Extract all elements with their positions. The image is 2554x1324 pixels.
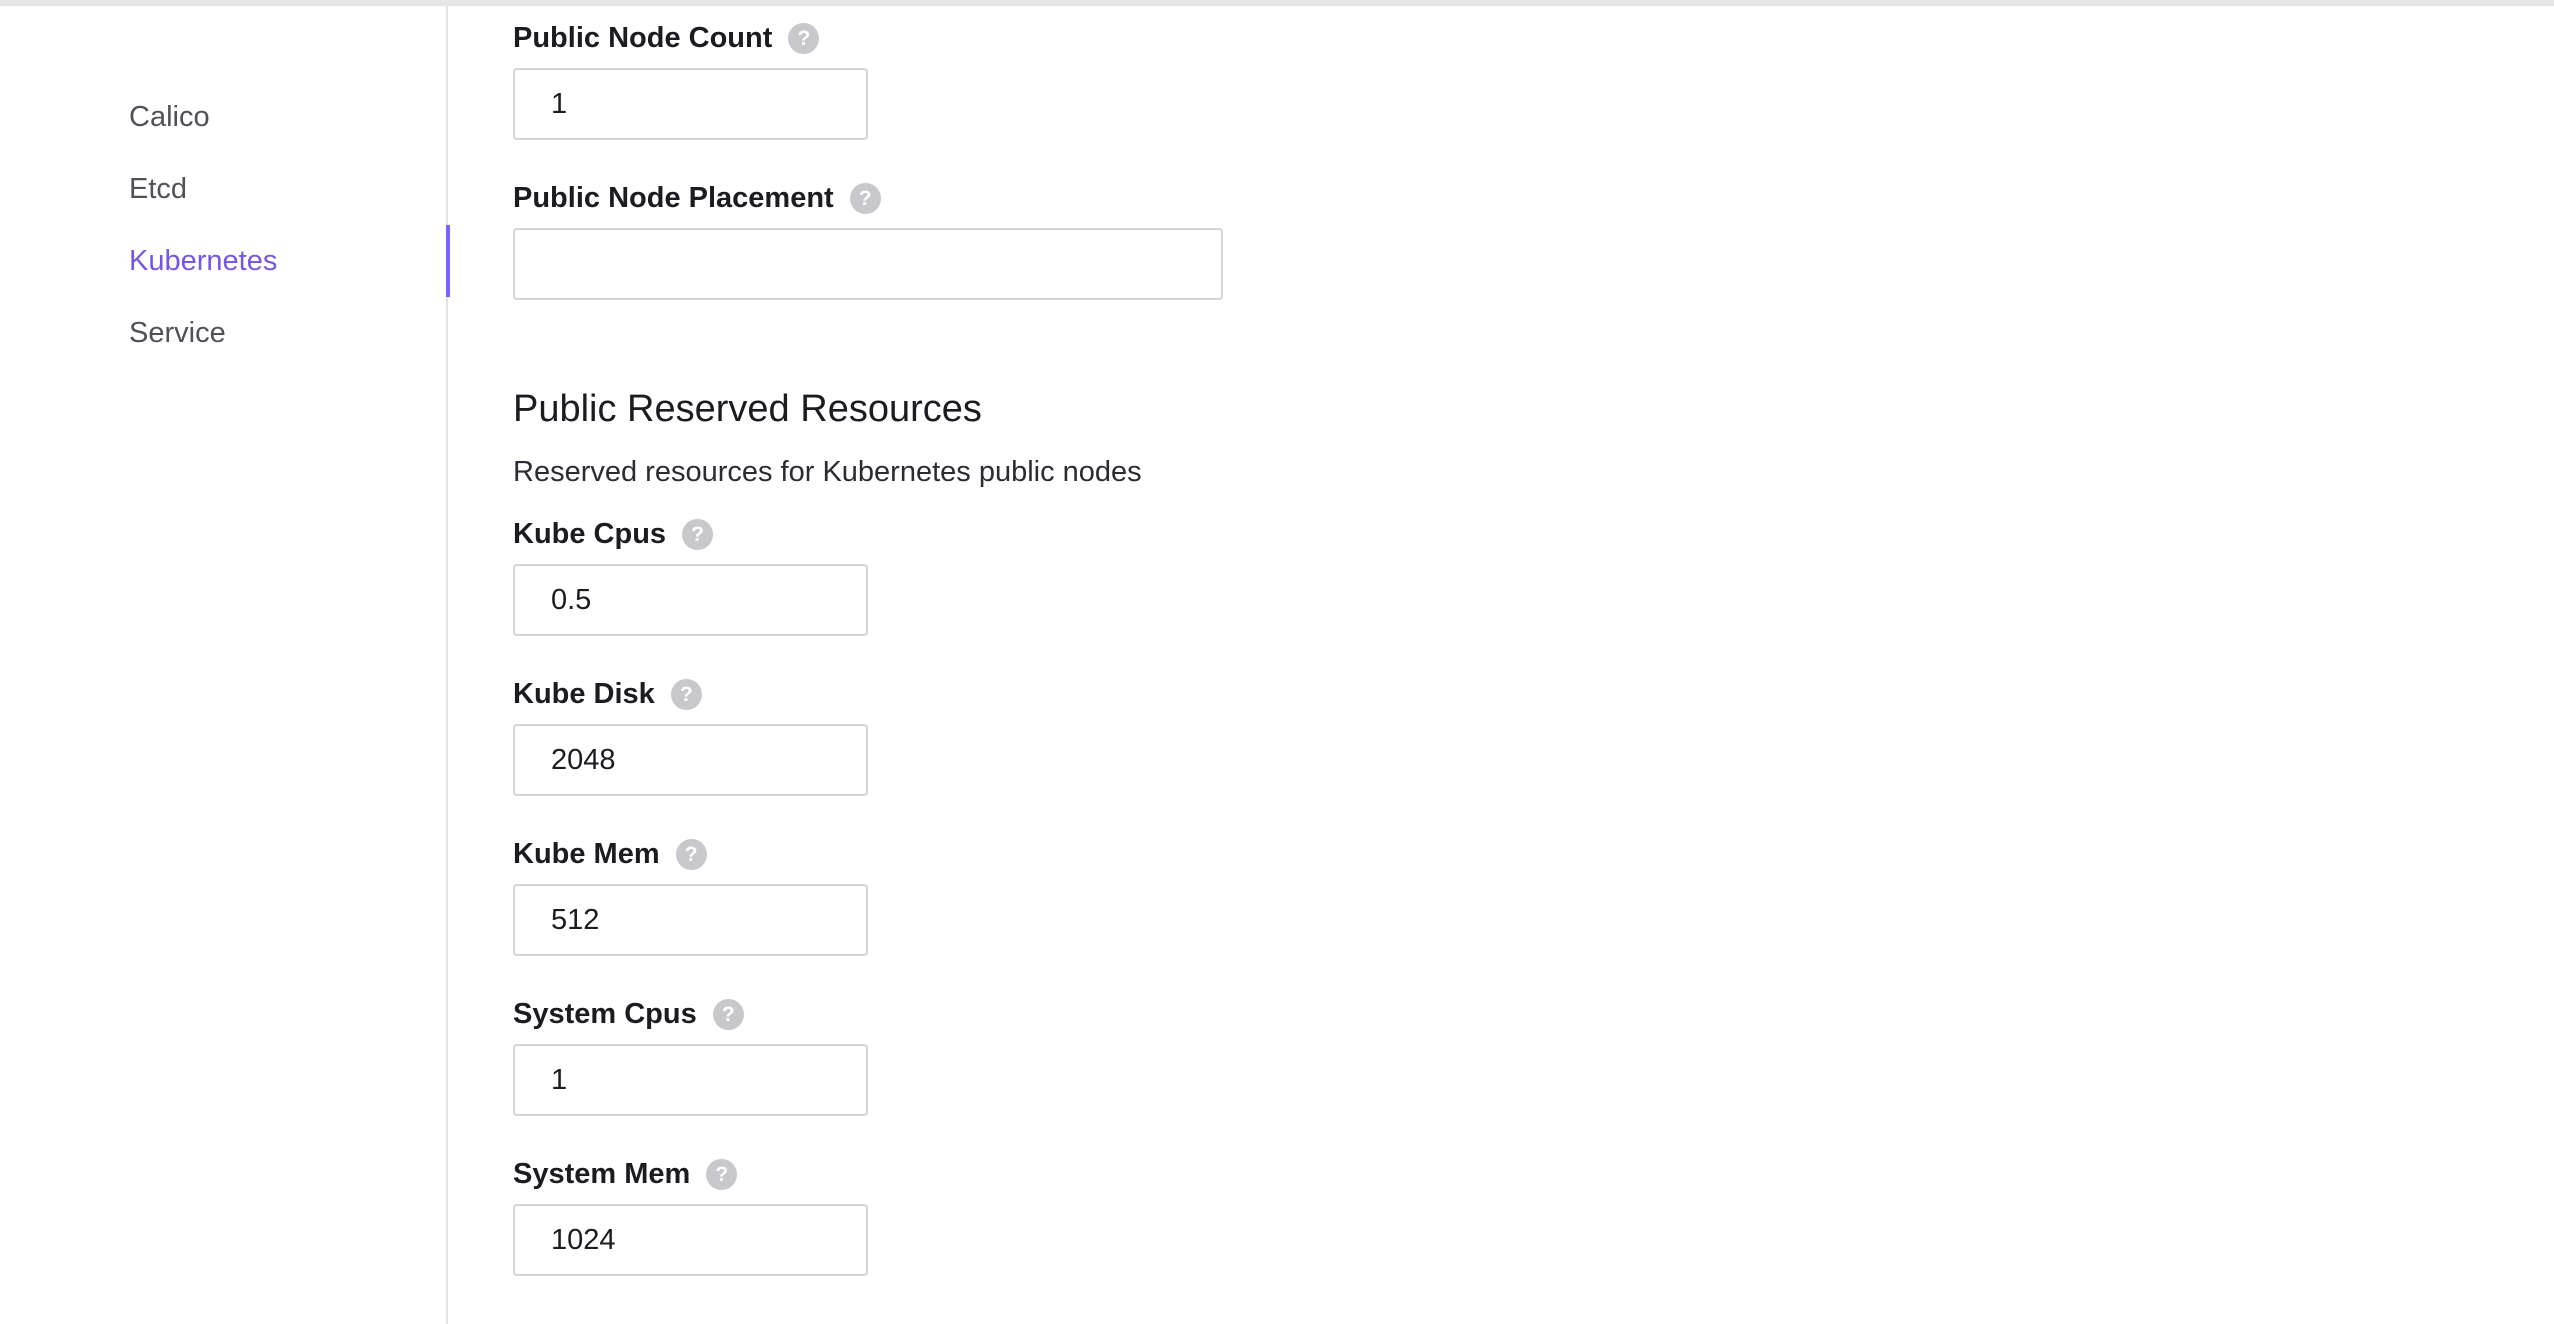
sidebar-item-service[interactable]: Service	[0, 297, 448, 369]
sidebar-item-label: Kubernetes	[129, 244, 278, 277]
help-icon[interactable]: ?	[849, 183, 881, 214]
kube-mem-input[interactable]	[513, 884, 868, 956]
public-node-placement-input[interactable]	[513, 228, 1223, 300]
help-icon[interactable]: ?	[788, 23, 820, 54]
kube-disk-label: Kube Disk ?	[513, 678, 702, 711]
sidebar-item-calico[interactable]: Calico	[0, 81, 448, 153]
help-icon[interactable]: ?	[706, 1159, 738, 1190]
public-node-count-label: Public Node Count ?	[513, 22, 820, 55]
public-node-placement-label: Public Node Placement ?	[513, 182, 881, 215]
sidebar-item-kubernetes[interactable]: Kubernetes	[0, 225, 450, 297]
system-mem-input[interactable]	[513, 1204, 868, 1276]
kube-disk-input[interactable]	[513, 724, 868, 796]
kube-cpus-label: Kube Cpus ?	[513, 518, 714, 551]
public-node-count-input[interactable]	[513, 68, 868, 140]
section-title: Public Reserved Resources	[513, 388, 982, 430]
help-icon[interactable]: ?	[670, 679, 702, 710]
kube-cpus-input[interactable]	[513, 564, 868, 636]
system-cpus-input[interactable]	[513, 1044, 868, 1116]
sidebar-item-label: Service	[129, 316, 226, 349]
system-mem-label: System Mem ?	[513, 1158, 738, 1191]
sidebar-item-etcd[interactable]: Etcd	[0, 153, 448, 225]
sidebar-nav: Calico Etcd Kubernetes Service	[0, 6, 450, 1324]
system-cpus-label: System Cpus ?	[513, 998, 744, 1031]
help-icon[interactable]: ?	[682, 519, 714, 550]
kube-mem-label: Kube Mem ?	[513, 838, 707, 871]
section-description: Reserved resources for Kubernetes public…	[513, 456, 1142, 488]
sidebar-item-label: Calico	[129, 100, 210, 133]
settings-form: Public Node Count ? Public Node Placemen…	[513, 0, 2413, 1324]
help-icon[interactable]: ?	[675, 839, 707, 870]
sidebar-item-label: Etcd	[129, 172, 188, 205]
help-icon[interactable]: ?	[712, 999, 744, 1030]
